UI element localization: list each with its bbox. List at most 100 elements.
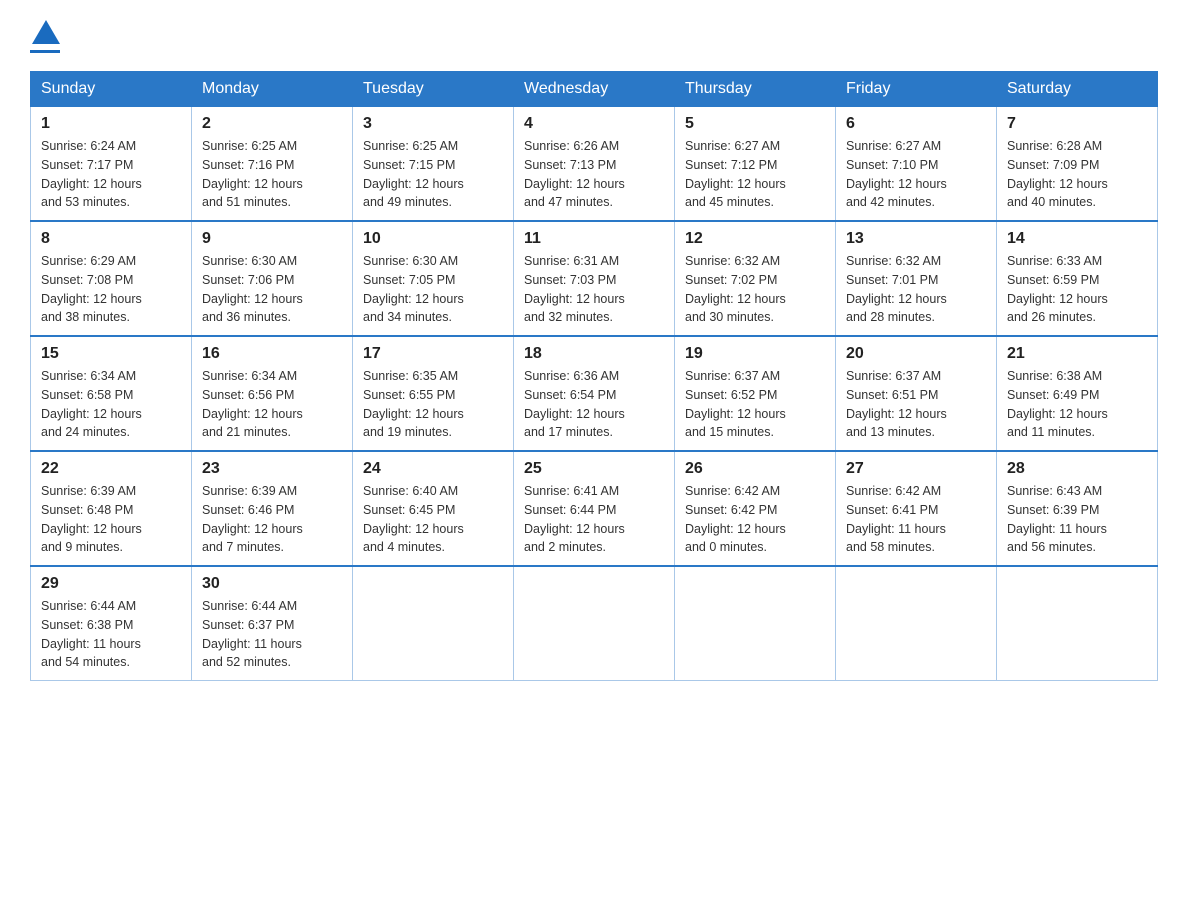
week-row-2: 8 Sunrise: 6:29 AMSunset: 7:08 PMDaylight… (31, 221, 1158, 336)
day-info: Sunrise: 6:32 AMSunset: 7:02 PMDaylight:… (685, 252, 825, 327)
day-info: Sunrise: 6:37 AMSunset: 6:51 PMDaylight:… (846, 367, 986, 442)
week-row-1: 1 Sunrise: 6:24 AMSunset: 7:17 PMDaylight… (31, 107, 1158, 222)
day-info: Sunrise: 6:41 AMSunset: 6:44 PMDaylight:… (524, 482, 664, 557)
logo-underline (30, 50, 60, 53)
week-row-4: 22 Sunrise: 6:39 AMSunset: 6:48 PMDayligh… (31, 451, 1158, 566)
day-info: Sunrise: 6:28 AMSunset: 7:09 PMDaylight:… (1007, 137, 1147, 212)
calendar-cell: 21 Sunrise: 6:38 AMSunset: 6:49 PMDayligh… (997, 336, 1158, 451)
header-friday: Friday (836, 72, 997, 107)
calendar-cell: 25Sunrise: 6:41 AMSunset: 6:44 PMDayligh… (514, 451, 675, 566)
day-number: 30 (202, 575, 342, 593)
day-number: 27 (846, 460, 986, 478)
day-number: 13 (846, 230, 986, 248)
page-header (30, 20, 1158, 53)
calendar-cell: 28 Sunrise: 6:43 AMSunset: 6:39 PMDayligh… (997, 451, 1158, 566)
day-number: 2 (202, 115, 342, 133)
day-number: 7 (1007, 115, 1147, 133)
day-info: Sunrise: 6:42 AMSunset: 6:42 PMDaylight:… (685, 482, 825, 557)
day-number: 14 (1007, 230, 1147, 248)
day-info: Sunrise: 6:30 AMSunset: 7:05 PMDaylight:… (363, 252, 503, 327)
week-row-5: 29 Sunrise: 6:44 AMSunset: 6:38 PMDayligh… (31, 566, 1158, 681)
calendar-cell: 14 Sunrise: 6:33 AMSunset: 6:59 PMDayligh… (997, 221, 1158, 336)
calendar-cell: 10 Sunrise: 6:30 AMSunset: 7:05 PMDayligh… (353, 221, 514, 336)
calendar-cell: 2 Sunrise: 6:25 AMSunset: 7:16 PMDaylight… (192, 107, 353, 222)
calendar-cell: 9 Sunrise: 6:30 AMSunset: 7:06 PMDaylight… (192, 221, 353, 336)
day-info: Sunrise: 6:30 AMSunset: 7:06 PMDaylight:… (202, 252, 342, 327)
day-info: Sunrise: 6:37 AMSunset: 6:52 PMDaylight:… (685, 367, 825, 442)
day-info: Sunrise: 6:25 AMSunset: 7:16 PMDaylight:… (202, 137, 342, 212)
day-number: 8 (41, 230, 181, 248)
day-number: 17 (363, 345, 503, 363)
calendar-cell: 26 Sunrise: 6:42 AMSunset: 6:42 PMDayligh… (675, 451, 836, 566)
calendar-cell: 6 Sunrise: 6:27 AMSunset: 7:10 PMDaylight… (836, 107, 997, 222)
calendar-cell: 27 Sunrise: 6:42 AMSunset: 6:41 PMDayligh… (836, 451, 997, 566)
day-number: 16 (202, 345, 342, 363)
logo-triangle-icon (32, 20, 60, 44)
calendar-cell: 19 Sunrise: 6:37 AMSunset: 6:52 PMDayligh… (675, 336, 836, 451)
calendar-cell: 18Sunrise: 6:36 AMSunset: 6:54 PMDayligh… (514, 336, 675, 451)
day-info: Sunrise: 6:39 AMSunset: 6:48 PMDaylight:… (41, 482, 181, 557)
calendar-cell: 23 Sunrise: 6:39 AMSunset: 6:46 PMDayligh… (192, 451, 353, 566)
calendar-cell: 4 Sunrise: 6:26 AMSunset: 7:13 PMDaylight… (514, 107, 675, 222)
day-info: Sunrise: 6:27 AMSunset: 7:10 PMDaylight:… (846, 137, 986, 212)
calendar-cell: 24 Sunrise: 6:40 AMSunset: 6:45 PMDayligh… (353, 451, 514, 566)
day-info: Sunrise: 6:42 AMSunset: 6:41 PMDaylight:… (846, 482, 986, 557)
day-number: 23 (202, 460, 342, 478)
day-number: 26 (685, 460, 825, 478)
calendar-cell (836, 566, 997, 681)
calendar-cell: 30Sunrise: 6:44 AMSunset: 6:37 PMDayligh… (192, 566, 353, 681)
day-number: 29 (41, 575, 181, 593)
calendar-cell: 5Sunrise: 6:27 AMSunset: 7:12 PMDaylight… (675, 107, 836, 222)
logo (30, 20, 60, 53)
day-number: 24 (363, 460, 503, 478)
day-number: 3 (363, 115, 503, 133)
calendar-table: SundayMondayTuesdayWednesdayThursdayFrid… (30, 71, 1158, 681)
day-number: 4 (524, 115, 664, 133)
day-info: Sunrise: 6:35 AMSunset: 6:55 PMDaylight:… (363, 367, 503, 442)
calendar-cell (353, 566, 514, 681)
day-number: 5 (685, 115, 825, 133)
calendar-cell (997, 566, 1158, 681)
header-saturday: Saturday (997, 72, 1158, 107)
calendar-cell: 11 Sunrise: 6:31 AMSunset: 7:03 PMDayligh… (514, 221, 675, 336)
header-tuesday: Tuesday (353, 72, 514, 107)
day-number: 19 (685, 345, 825, 363)
header-thursday: Thursday (675, 72, 836, 107)
day-info: Sunrise: 6:34 AMSunset: 6:56 PMDaylight:… (202, 367, 342, 442)
day-number: 11 (524, 230, 664, 248)
day-info: Sunrise: 6:43 AMSunset: 6:39 PMDaylight:… (1007, 482, 1147, 557)
calendar-cell: 15Sunrise: 6:34 AMSunset: 6:58 PMDayligh… (31, 336, 192, 451)
day-info: Sunrise: 6:24 AMSunset: 7:17 PMDaylight:… (41, 137, 181, 212)
day-number: 9 (202, 230, 342, 248)
calendar-cell: 29 Sunrise: 6:44 AMSunset: 6:38 PMDayligh… (31, 566, 192, 681)
calendar-cell: 3 Sunrise: 6:25 AMSunset: 7:15 PMDaylight… (353, 107, 514, 222)
day-info: Sunrise: 6:31 AMSunset: 7:03 PMDaylight:… (524, 252, 664, 327)
calendar-cell (514, 566, 675, 681)
day-info: Sunrise: 6:26 AMSunset: 7:13 PMDaylight:… (524, 137, 664, 212)
day-number: 18 (524, 345, 664, 363)
day-number: 22 (41, 460, 181, 478)
week-row-3: 15Sunrise: 6:34 AMSunset: 6:58 PMDayligh… (31, 336, 1158, 451)
day-number: 15 (41, 345, 181, 363)
day-number: 6 (846, 115, 986, 133)
day-info: Sunrise: 6:33 AMSunset: 6:59 PMDaylight:… (1007, 252, 1147, 327)
day-info: Sunrise: 6:29 AMSunset: 7:08 PMDaylight:… (41, 252, 181, 327)
day-number: 21 (1007, 345, 1147, 363)
calendar-cell (675, 566, 836, 681)
day-info: Sunrise: 6:32 AMSunset: 7:01 PMDaylight:… (846, 252, 986, 327)
day-number: 20 (846, 345, 986, 363)
weekday-header-row: SundayMondayTuesdayWednesdayThursdayFrid… (31, 72, 1158, 107)
day-number: 10 (363, 230, 503, 248)
day-number: 12 (685, 230, 825, 248)
day-number: 1 (41, 115, 181, 133)
day-info: Sunrise: 6:44 AMSunset: 6:38 PMDaylight:… (41, 597, 181, 672)
day-number: 28 (1007, 460, 1147, 478)
calendar-cell: 13 Sunrise: 6:32 AMSunset: 7:01 PMDayligh… (836, 221, 997, 336)
header-sunday: Sunday (31, 72, 192, 107)
header-monday: Monday (192, 72, 353, 107)
day-info: Sunrise: 6:39 AMSunset: 6:46 PMDaylight:… (202, 482, 342, 557)
day-info: Sunrise: 6:25 AMSunset: 7:15 PMDaylight:… (363, 137, 503, 212)
day-info: Sunrise: 6:38 AMSunset: 6:49 PMDaylight:… (1007, 367, 1147, 442)
calendar-cell: 16 Sunrise: 6:34 AMSunset: 6:56 PMDayligh… (192, 336, 353, 451)
day-info: Sunrise: 6:40 AMSunset: 6:45 PMDaylight:… (363, 482, 503, 557)
